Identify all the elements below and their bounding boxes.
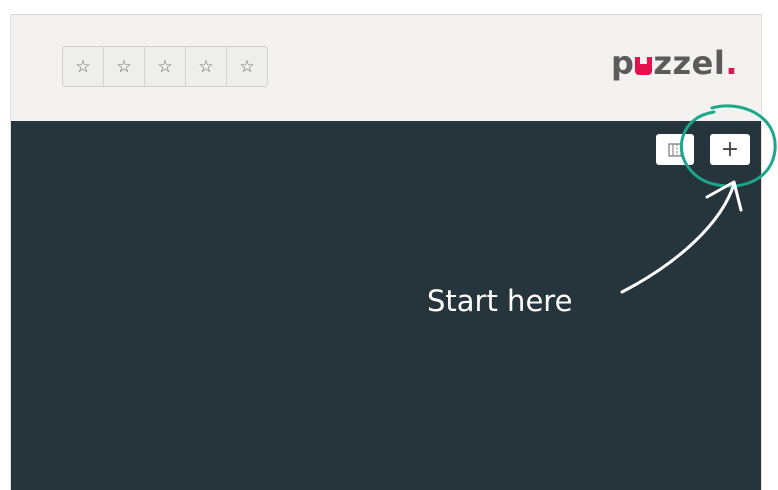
logo-text-end: zzel <box>653 44 726 82</box>
star-1-icon[interactable]: ☆ <box>63 47 104 86</box>
header-bar: ☆ ☆ ☆ ☆ ☆ p zzel. <box>11 15 761 121</box>
star-2-icon[interactable]: ☆ <box>104 47 145 86</box>
app-window: ☆ ☆ ☆ ☆ ☆ p zzel. + <box>10 14 762 490</box>
main-panel: + <box>11 121 761 490</box>
columns-layout-button[interactable] <box>656 134 694 165</box>
star-5-icon[interactable]: ☆ <box>227 47 267 86</box>
start-here-label: Start here <box>427 284 573 318</box>
add-widget-button[interactable]: + <box>710 134 750 165</box>
columns-icon <box>668 142 682 157</box>
logo-dot: . <box>725 44 738 82</box>
logo-text-start: p <box>611 44 635 82</box>
star-4-icon[interactable]: ☆ <box>186 47 227 86</box>
star-3-icon[interactable]: ☆ <box>145 47 186 86</box>
star-rating: ☆ ☆ ☆ ☆ ☆ <box>62 46 268 87</box>
logo-u-mark <box>635 57 653 75</box>
puzzel-logo: p zzel. <box>611 44 738 84</box>
